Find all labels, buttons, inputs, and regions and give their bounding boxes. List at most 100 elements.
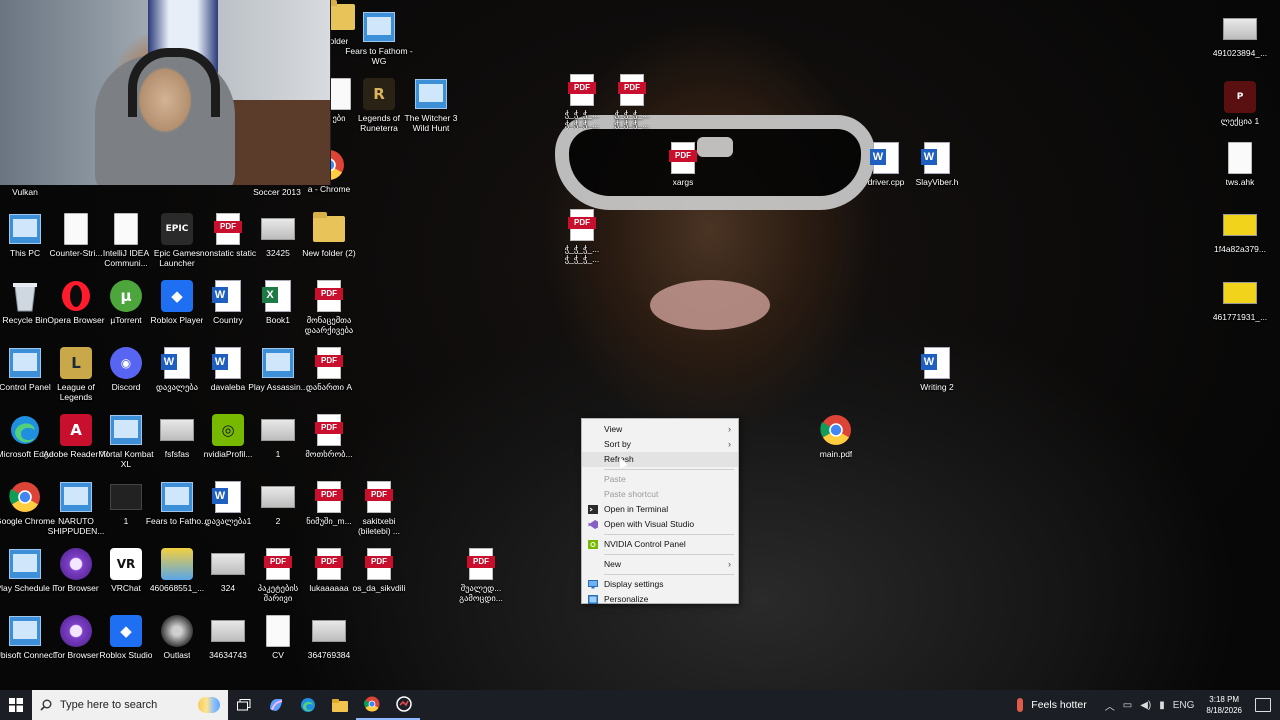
desktop-icon-label: lukaaaaaa bbox=[309, 583, 349, 593]
desktop-icon-label: tws.ahk bbox=[1225, 177, 1255, 187]
desktop-icon[interactable]: 364769384 bbox=[295, 614, 363, 660]
desktop-icon[interactable]: Fears to Fathom - WG bbox=[345, 10, 413, 66]
app-icon bbox=[396, 696, 412, 712]
start-button[interactable] bbox=[0, 690, 32, 720]
copilot-button[interactable] bbox=[260, 690, 292, 720]
menu-item-label: NVIDIA Control Panel bbox=[604, 539, 686, 549]
desktop-icon-glyph bbox=[260, 480, 296, 514]
taskbar-search-box[interactable]: Type here to search bbox=[32, 690, 228, 720]
desktop-icon[interactable]: The Witcher 3 Wild Hunt bbox=[397, 77, 465, 133]
menu-item-label: Paste shortcut bbox=[604, 489, 659, 499]
desktop-icon-glyph bbox=[361, 10, 397, 44]
menu-item-new[interactable]: New › bbox=[582, 557, 738, 572]
desktop-icon-glyph bbox=[1222, 141, 1258, 175]
desktop-icon-label: Outlast bbox=[163, 650, 191, 660]
clock[interactable]: 3:18 PM 8/18/2026 bbox=[1206, 694, 1242, 716]
pdf-file-icon bbox=[365, 548, 393, 580]
menu-item-display-settings[interactable]: Display settings bbox=[582, 577, 738, 592]
desktop-icon-glyph bbox=[260, 279, 296, 313]
menu-item-personalize[interactable]: Personalize bbox=[582, 592, 738, 607]
desktop-icon[interactable]: main.pdf bbox=[802, 413, 870, 459]
desktop-icon[interactable]: 461771931_... bbox=[1206, 276, 1274, 322]
desktop-icon-glyph bbox=[1222, 208, 1258, 242]
desktop-icon-label: ლექცია 1 bbox=[1220, 116, 1260, 126]
menu-item-sort-by[interactable]: Sort by › bbox=[582, 437, 738, 452]
word-document-icon bbox=[921, 142, 950, 174]
utorrent-icon: µ bbox=[110, 280, 142, 312]
chrome-taskbar-button[interactable] bbox=[356, 690, 388, 720]
application-shortcut-icon bbox=[9, 348, 41, 378]
volume-icon[interactable]: ◀) bbox=[1140, 700, 1151, 711]
weather-widget[interactable]: Feels hotter bbox=[1017, 698, 1087, 712]
adobe-reader-icon: A bbox=[60, 414, 92, 446]
desktop-icon[interactable]: xargs bbox=[649, 141, 717, 187]
desktop-icon-glyph bbox=[260, 413, 296, 447]
menu-separator bbox=[604, 554, 734, 555]
menu-item-refresh[interactable]: Refresh bbox=[582, 452, 738, 467]
nvidia-icon bbox=[588, 540, 598, 549]
image-file-icon bbox=[1223, 18, 1257, 40]
other-app-taskbar-button[interactable] bbox=[388, 690, 420, 720]
desktop-icon[interactable]: დანართი A bbox=[295, 346, 363, 392]
image-file-icon bbox=[110, 484, 142, 510]
desktop-wallpaper[interactable]: Vulkan older Fears to Fathom - WG ები R Legen… bbox=[0, 0, 1280, 690]
desktop-context-menu[interactable]: View › Sort by › Refresh Paste Paste shortcut O… bbox=[581, 418, 739, 604]
desktop-icon-glyph bbox=[868, 141, 904, 175]
menu-item-nvidia-control-panel[interactable]: NVIDIA Control Panel bbox=[582, 537, 738, 552]
desktop-icon-glyph bbox=[614, 73, 650, 107]
pdf-file-icon bbox=[618, 74, 646, 106]
desktop-icon[interactable]: Pლექცია 1 bbox=[1206, 80, 1274, 126]
desktop-icon[interactable]: მონაცემთა დაარქივება bbox=[295, 279, 363, 335]
task-view-button[interactable] bbox=[228, 690, 260, 720]
terminal-icon bbox=[588, 505, 598, 514]
desktop-icon[interactable]: os_da_sikvdili bbox=[345, 547, 413, 593]
file-icon bbox=[114, 213, 138, 245]
desktop-icon-label: Country bbox=[213, 315, 243, 325]
desktop-icon-glyph bbox=[210, 614, 246, 648]
outlast-icon bbox=[161, 615, 193, 647]
desktop-icon[interactable]: შუალედ... გამოცდი... bbox=[447, 547, 515, 603]
language-indicator[interactable]: ENG bbox=[1173, 700, 1195, 711]
desktop-icon-glyph: L bbox=[58, 346, 94, 380]
epic-games-icon: EPIC bbox=[161, 213, 193, 245]
desktop-icon[interactable]: tws.ahk bbox=[1206, 141, 1274, 187]
desktop-icon[interactable]: 1f4a82a379... bbox=[1206, 208, 1274, 254]
desktop-icon-label: მოთხრობ... bbox=[305, 449, 353, 459]
desktop-icon[interactable]: Writing 2 bbox=[903, 346, 971, 392]
notification-icon[interactable] bbox=[1255, 698, 1271, 712]
desktop-icon-label: 324 bbox=[220, 583, 236, 593]
legends-of-runeterra-icon: R bbox=[363, 78, 395, 110]
menu-item-view[interactable]: View › bbox=[582, 422, 738, 437]
desktop-icon-glyph bbox=[260, 212, 296, 246]
desktop-icon[interactable]: 491023894_... bbox=[1206, 12, 1274, 58]
desktop-icon-glyph bbox=[564, 73, 600, 107]
desktop-icon-glyph: ◆ bbox=[108, 614, 144, 648]
edge-taskbar-button[interactable] bbox=[292, 690, 324, 720]
chevron-right-icon: › bbox=[728, 424, 731, 434]
desktop-icon-glyph bbox=[260, 614, 296, 648]
menu-item-open-in-terminal[interactable]: Open in Terminal bbox=[582, 502, 738, 517]
desktop-icon[interactable]: SlayViber.h bbox=[903, 141, 971, 187]
desktop-icon[interactable]: New folder (2) bbox=[295, 212, 363, 258]
desktop-icon-label: 1f4a82a379... bbox=[1214, 244, 1266, 254]
chevron-up-icon[interactable]: ︿ bbox=[1105, 698, 1115, 713]
desktop-icon[interactable]: მოთხრობ... bbox=[295, 413, 363, 459]
menu-item-open-with-visual-studio[interactable]: Open with Visual Studio bbox=[582, 517, 738, 532]
desktop-icon[interactable]: ჭ_ჭ_ჭ_... ჭ_ჭ_ჭ_... bbox=[598, 73, 666, 129]
desktop-icon-label: 1 bbox=[275, 449, 281, 459]
file-explorer-button[interactable] bbox=[324, 690, 356, 720]
desktop-icon[interactable]: sakitxebi (biletebi) ... bbox=[345, 480, 413, 536]
desktop-icon-glyph bbox=[361, 547, 397, 581]
desktop-icon-label: os_da_sikvdili bbox=[352, 583, 406, 593]
menu-separator bbox=[604, 574, 734, 575]
desktop-icon-glyph bbox=[7, 614, 43, 648]
desktop-icon[interactable]: Vulkan bbox=[0, 185, 59, 197]
tor-browser-icon bbox=[60, 615, 92, 647]
microphone-icon[interactable]: ▮ bbox=[1159, 700, 1165, 711]
network-icon[interactable]: ▭ bbox=[1123, 700, 1132, 711]
menu-item-label: New bbox=[604, 559, 622, 569]
desktop-icon-glyph bbox=[7, 279, 43, 313]
wallpaper-mouth-shape bbox=[650, 280, 770, 330]
desktop-icon[interactable]: ჭ_ჭ_ჭ_... ჭ_ჭ_ჭ_... bbox=[548, 208, 616, 264]
image-file-icon bbox=[160, 419, 194, 441]
